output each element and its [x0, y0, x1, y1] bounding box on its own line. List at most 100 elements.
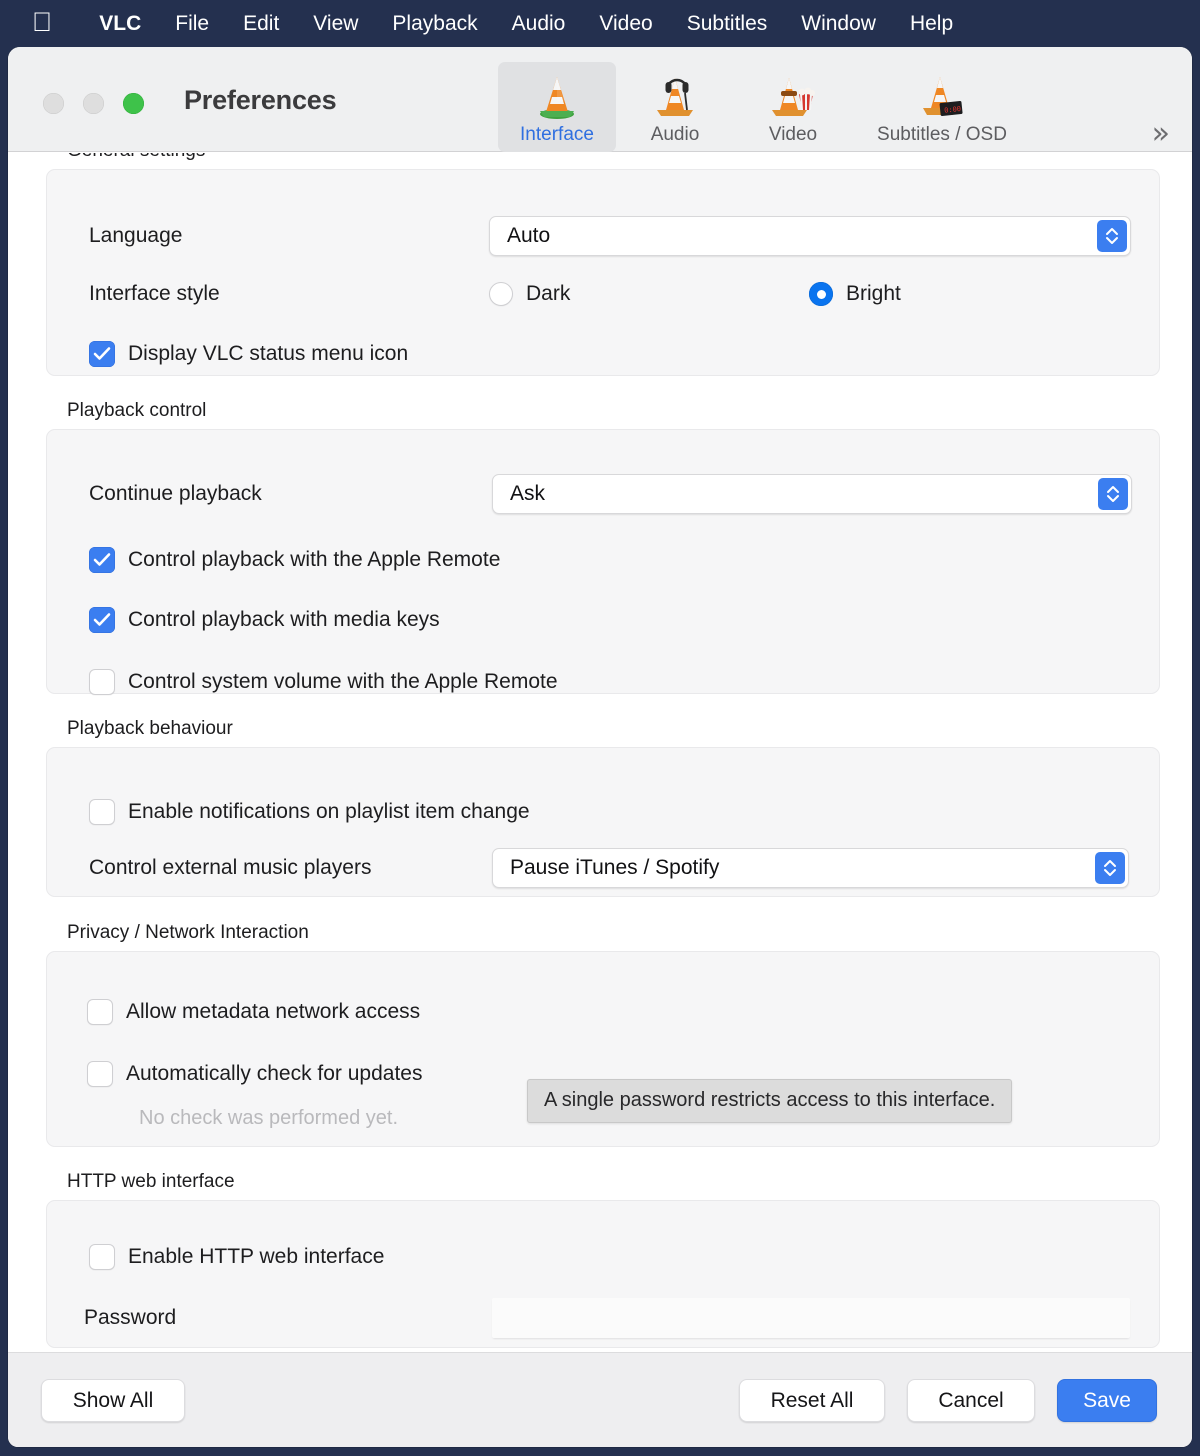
playback-control-box: Continue playback Ask Control playback w… [46, 429, 1160, 695]
zoom-button[interactable] [123, 93, 144, 114]
preferences-content-scroll[interactable]: General settings Language Auto [8, 153, 1192, 1390]
preferences-window: Preferences Interface Audio Video 0:00 S… [8, 47, 1192, 1447]
apple-remote-checkbox[interactable] [89, 547, 115, 573]
vlc-cone-headphones-icon [649, 70, 701, 122]
section-title-playback-control: Playback control [67, 400, 207, 421]
row-media-keys[interactable]: Control playback with media keys [89, 598, 440, 642]
continue-playback-select[interactable]: Ask [492, 474, 1132, 514]
section-playback-behaviour: Playback behaviour Enable notifications … [8, 718, 1192, 897]
save-button[interactable]: Save [1057, 1379, 1157, 1422]
preferences-tab-bar: Interface Audio Video 0:00 Subtitles / O… [498, 62, 1032, 152]
menu-item-playback[interactable]: Playback [375, 12, 494, 36]
stepper-icon[interactable] [1095, 852, 1125, 884]
reset-all-button[interactable]: Reset All [739, 1379, 885, 1422]
menu-item-help[interactable]: Help [893, 12, 970, 36]
password-label: Password [84, 1306, 177, 1329]
apple-remote-label: Control playback with the Apple Remote [128, 548, 501, 571]
tab-video[interactable]: Video [734, 62, 852, 152]
radio-bright[interactable]: Bright [809, 282, 901, 306]
language-select[interactable]: Auto [489, 216, 1131, 256]
display-status-menu-label: Display VLC status menu icon [128, 342, 409, 365]
show-all-button[interactable]: Show All [41, 1379, 185, 1422]
window-title: Preferences [184, 85, 337, 115]
row-system-volume[interactable]: Control system volume with the Apple Rem… [89, 660, 558, 704]
notifications-label: Enable notifications on playlist item ch… [128, 800, 530, 823]
cancel-button[interactable]: Cancel [907, 1379, 1035, 1422]
row-apple-remote[interactable]: Control playback with the Apple Remote [89, 538, 500, 582]
metadata-access-label: Allow metadata network access [126, 1000, 421, 1023]
tab-interface-label: Interface [520, 124, 594, 145]
row-auto-updates[interactable]: Automatically check for updates [87, 1052, 422, 1096]
menu-item-window[interactable]: Window [784, 12, 893, 36]
general-settings-box: Language Auto Interface style Dark Brigh… [46, 169, 1160, 376]
media-keys-checkbox[interactable] [89, 607, 115, 633]
menu-item-video[interactable]: Video [582, 12, 669, 36]
media-keys-label: Control playback with media keys [128, 608, 440, 631]
system-volume-label: Control system volume with the Apple Rem… [128, 670, 558, 693]
menu-item-edit[interactable]: Edit [226, 12, 296, 36]
system-volume-checkbox[interactable] [89, 669, 115, 695]
auto-updates-label: Automatically check for updates [126, 1062, 423, 1085]
enable-http-checkbox[interactable] [89, 1244, 115, 1270]
password-input[interactable] [492, 1298, 1130, 1338]
radio-dark-label: Dark [526, 282, 571, 305]
http-web-interface-box: Enable HTTP web interface Password [46, 1200, 1160, 1348]
tab-subtitles-osd[interactable]: 0:00 Subtitles / OSD [852, 62, 1032, 152]
display-status-menu-checkbox[interactable] [89, 341, 115, 367]
section-general-settings: General settings Language Auto [8, 153, 1192, 376]
interface-style-label: Interface style [89, 282, 220, 305]
stepper-icon[interactable] [1098, 478, 1128, 510]
close-button[interactable] [43, 93, 64, 114]
section-title-http: HTTP web interface [67, 1171, 235, 1192]
tab-interface[interactable]: Interface [498, 62, 616, 152]
menu-item-vlc[interactable]: VLC [82, 12, 158, 36]
menu-item-file[interactable]: File [158, 12, 226, 36]
tab-audio-label: Audio [650, 124, 700, 145]
menu-item-subtitles[interactable]: Subtitles [670, 12, 785, 36]
stepper-icon[interactable] [1097, 220, 1127, 252]
external-players-label: Control external music players [89, 856, 372, 879]
section-title-playback-behaviour: Playback behaviour [67, 718, 233, 739]
continue-playback-value: Ask [510, 482, 546, 505]
language-value: Auto [507, 224, 551, 247]
menu-item-view[interactable]: View [296, 12, 375, 36]
playback-behaviour-box: Enable notifications on playlist item ch… [46, 747, 1160, 897]
row-enable-http[interactable]: Enable HTTP web interface [89, 1235, 384, 1279]
vlc-cone-popcorn-icon [767, 70, 819, 122]
section-http-web-interface: HTTP web interface Enable HTTP web inter… [8, 1171, 1192, 1348]
radio-bright-button[interactable] [809, 282, 833, 306]
minimize-button[interactable] [83, 93, 104, 114]
metadata-access-checkbox[interactable] [87, 999, 113, 1025]
apple-logo-icon[interactable]:  [32, 8, 52, 36]
password-tooltip: A single password restricts access to th… [527, 1079, 1013, 1123]
row-status-menu-icon[interactable]: Display VLC status menu icon [89, 332, 408, 376]
enable-http-label: Enable HTTP web interface [128, 1245, 385, 1268]
window-toolbar: Preferences Interface Audio Video 0:00 S… [8, 47, 1192, 152]
row-language: Language Auto [89, 214, 1139, 258]
external-players-value: Pause iTunes / Spotify [510, 856, 720, 879]
row-password: Password [84, 1296, 1139, 1340]
vlc-cone-icon [531, 70, 583, 122]
external-players-select[interactable]: Pause iTunes / Spotify [492, 848, 1129, 888]
tab-subtitles-osd-label: Subtitles / OSD [877, 124, 1007, 145]
auto-updates-checkbox[interactable] [87, 1061, 113, 1087]
radio-dark[interactable]: Dark [489, 282, 809, 306]
section-title-privacy: Privacy / Network Interaction [67, 922, 309, 943]
continue-playback-label: Continue playback [89, 482, 262, 505]
tab-video-label: Video [768, 124, 818, 145]
update-status-text: No check was performed yet. [139, 1107, 398, 1129]
language-label: Language [89, 224, 183, 247]
row-interface-style: Interface style Dark Bright [89, 272, 1139, 316]
row-notifications[interactable]: Enable notifications on playlist item ch… [89, 790, 530, 834]
menu-item-audio[interactable]: Audio [495, 12, 583, 36]
section-playback-control: Playback control Continue playback Ask C… [8, 400, 1192, 695]
notifications-checkbox[interactable] [89, 799, 115, 825]
radio-dark-button[interactable] [489, 282, 513, 306]
window-button-bar: Show All Reset All Cancel Save [8, 1352, 1192, 1447]
section-title-general: General settings [8, 153, 1192, 162]
row-external-players: Control external music players Pause iTu… [89, 846, 1139, 890]
row-metadata-access[interactable]: Allow metadata network access [87, 990, 420, 1034]
apple-menu-bar:  VLC File Edit View Playback Audio Vide… [0, 0, 1200, 47]
tab-audio[interactable]: Audio [616, 62, 734, 152]
chevron-double-right-icon[interactable]: » [1152, 119, 1170, 149]
